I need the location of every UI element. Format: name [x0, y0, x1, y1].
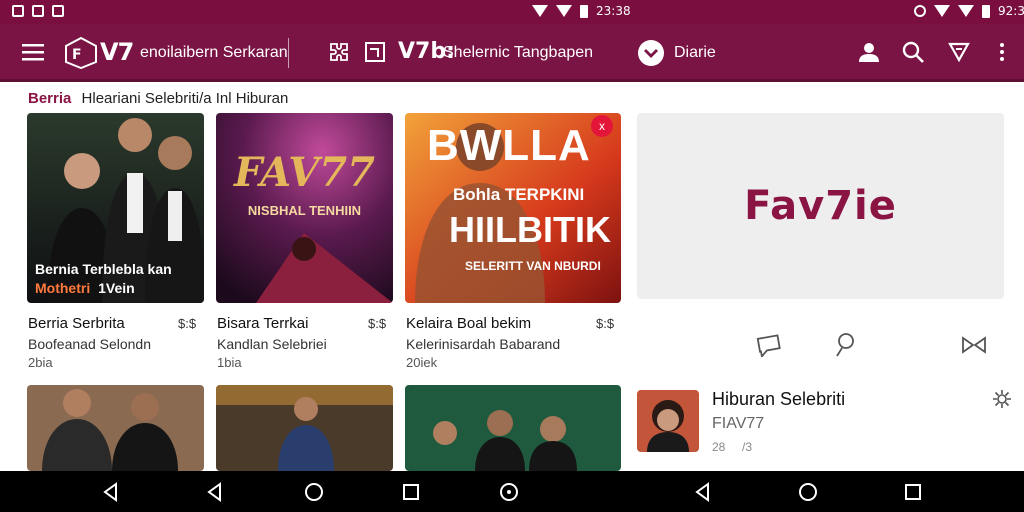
back-icon[interactable] [692, 481, 714, 503]
card-overlay-headline: BWLLA [427, 121, 591, 170]
card-overlay-tail: 1Vein [98, 280, 135, 296]
card-subtitle: Kelerinisardah Babarand [406, 336, 561, 352]
card-title: Berria Serbrita [28, 315, 125, 332]
system-nav-bar [0, 471, 1024, 512]
section-heading: Hleariani Selebriti/a Inl Hiburan [81, 90, 289, 107]
battery-icon [580, 4, 588, 18]
card-overlay-big-text: HIILBITIK [449, 209, 611, 250]
card-subtitle: Kandlan Selebriei [217, 336, 327, 352]
list-item-date: 28 /3 [712, 440, 753, 454]
wifi-icon [958, 5, 974, 17]
status-right-right-screen: 92:36 [914, 4, 1024, 18]
alarm-icon [914, 5, 926, 17]
clock-left: 23:38 [596, 4, 631, 18]
card-overlay-caption: SELERITT VAN NBURDI [465, 259, 601, 273]
news-card-thumbnail[interactable]: FAV77 NISBHAL TENHIIN [216, 113, 393, 303]
list-item-subtitle: FIAV77 [712, 415, 765, 432]
profile-icon[interactable] [834, 332, 858, 358]
app-logo-text: V7 [100, 38, 134, 66]
list-item-title[interactable]: Hiburan Selebriti [712, 389, 845, 410]
person-icon[interactable] [858, 41, 880, 63]
card-brand-overlay: FAV77 [234, 149, 375, 196]
app-logo-icon: F [64, 36, 98, 70]
close-badge-icon[interactable]: x [591, 115, 613, 137]
list-item-avatar[interactable] [637, 390, 699, 452]
settings-gear-icon[interactable] [992, 389, 1012, 409]
card-overlay-highlight: Mothetri [35, 280, 91, 296]
recents-icon[interactable] [400, 481, 422, 503]
back-icon[interactable] [204, 481, 226, 503]
app-bar: F V7 enoilaibern Serkaran V7b: Shelernic… [0, 24, 1024, 82]
news-card-meta[interactable]: Bisara Terrkai Kandlan Selebriei 1bia [217, 315, 417, 370]
site-name: enoilaibern Serkaran [140, 44, 288, 61]
notification-icon [12, 5, 24, 17]
banner-text: Fav7ie [744, 183, 897, 229]
section-accent: Berria [28, 90, 72, 107]
right-title: Diarie [674, 44, 716, 61]
news-card-thumbnail[interactable] [405, 385, 621, 471]
more-vert-icon[interactable] [998, 41, 1006, 63]
card-overlay-text: Bernia Terblebla kan [35, 261, 172, 277]
card-date: 1bia [217, 355, 242, 370]
news-feed: Berria Hleariani Selebriti/a Inl Hiburan… [0, 85, 626, 471]
detail-panel: Fav7ie Hiburan Selebriti FIAV77 28 /3 [626, 85, 1024, 471]
news-card-meta[interactable]: Kelaira Boal bekim Kelerinisardah Babara… [406, 315, 606, 370]
chevron-down-icon[interactable] [638, 40, 664, 66]
filter-icon[interactable] [948, 41, 970, 63]
signal-icon [532, 5, 548, 17]
section-title: Berria Hleariani Selebriti/a Inl Hiburan [28, 90, 288, 107]
notification-icons [12, 5, 64, 17]
notification-icon [52, 5, 64, 17]
news-card-thumbnail[interactable]: Bernia Terblebla kan Mothetri 1Vein [27, 113, 204, 303]
news-card-thumbnail[interactable] [216, 385, 393, 471]
card-title: Bisara Terrkai [217, 315, 309, 332]
tool-subtitle: Shelernic Tangbapen [443, 44, 594, 61]
search-icon[interactable] [902, 41, 924, 63]
status-bar: 23:38 92:36 [0, 0, 1024, 24]
clock-right: 92:36 [998, 4, 1024, 18]
back-icon[interactable] [100, 481, 122, 503]
card-subtitle: Boofeanad Selondn [28, 336, 151, 352]
home-icon[interactable] [797, 481, 819, 503]
hamburger-menu-icon[interactable] [22, 42, 44, 62]
news-card-meta[interactable]: Berria Serbrita Boofeanad Selondn 2bia [28, 315, 228, 370]
signal-icon [934, 5, 950, 17]
wifi-icon [556, 5, 572, 17]
appbar-divider [288, 38, 289, 68]
featured-banner[interactable]: Fav7ie [637, 113, 1004, 299]
card-overlay-text: NISBHAL TENHIIN [247, 203, 362, 218]
left-app-bar: F V7 enoilaibern Serkaran V7b: Shelernic… [0, 24, 626, 82]
recents-icon[interactable] [902, 481, 924, 503]
share-icon[interactable]: $:$ [368, 316, 386, 331]
status-right-left-screen: 23:38 [532, 4, 631, 18]
puzzle-icon[interactable] [328, 41, 350, 63]
card-overlay-subtext: Mothetri 1Vein [35, 280, 135, 296]
battery-icon [982, 4, 990, 18]
share-icon[interactable]: $:$ [178, 316, 196, 331]
share-icon[interactable]: $:$ [596, 316, 614, 331]
right-app-bar: Diarie [626, 24, 1024, 82]
svg-text:F: F [72, 47, 82, 63]
card-date: 2bia [28, 355, 53, 370]
home-icon[interactable] [303, 481, 325, 503]
news-card-thumbnail[interactable]: x BWLLA Bohla TERPKINI HIILBITIK SELERIT… [405, 113, 621, 303]
card-title: Kelaira Boal bekim [406, 315, 532, 332]
news-card-thumbnail[interactable] [27, 385, 204, 471]
assistant-icon[interactable] [498, 481, 520, 503]
expand-icon[interactable] [364, 41, 386, 63]
comment-icon[interactable] [756, 333, 782, 357]
bowtie-icon[interactable] [961, 335, 987, 355]
notification-icon [32, 5, 44, 17]
card-date: 20iek [406, 355, 438, 370]
card-overlay-text: Bohla TERPKINI [453, 185, 585, 204]
